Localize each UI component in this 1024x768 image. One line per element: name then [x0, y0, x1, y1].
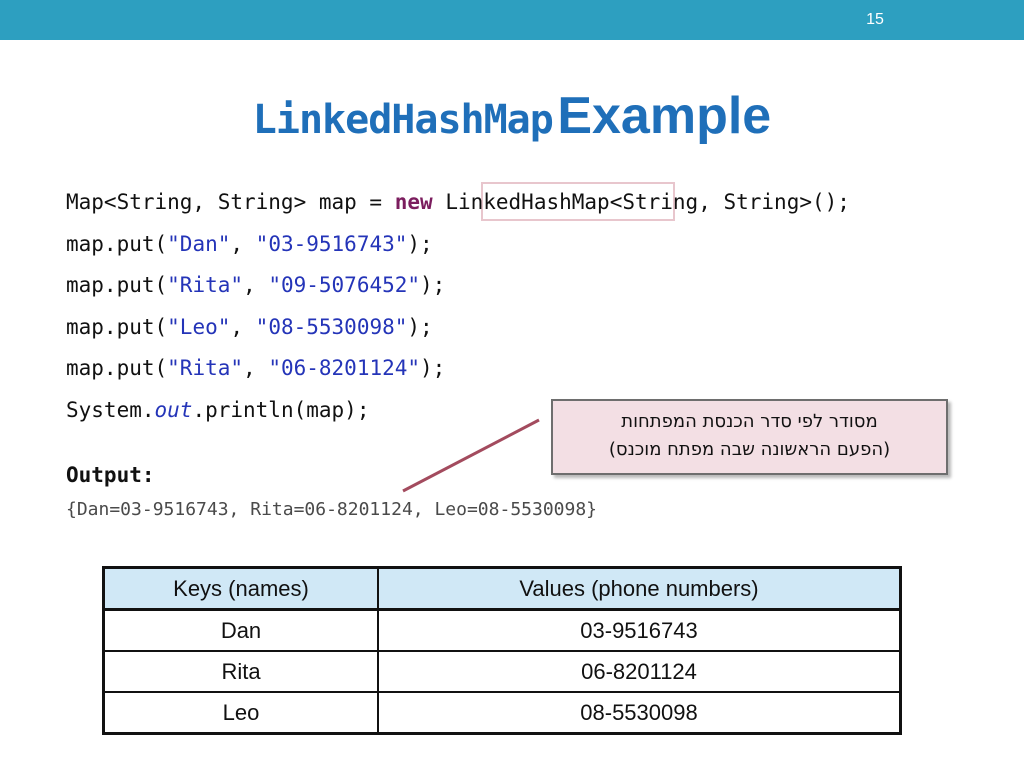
table-header-keys: Keys (names): [102, 566, 379, 611]
slide-number: 15: [866, 11, 884, 28]
code-string-key: "Rita": [167, 273, 244, 297]
slide-title-class-name: LinkedHashMap: [252, 97, 554, 143]
table-header-row: Keys (names) Values (phone numbers): [102, 566, 902, 611]
output-label: Output:: [66, 463, 155, 487]
table-row: Dan 03-9516743: [102, 608, 902, 652]
code-text: Map<String, String> map =: [66, 190, 395, 214]
code-text: ,: [230, 232, 256, 256]
code-line-declaration: Map<String, String> map = new LinkedHash…: [66, 189, 850, 215]
code-string-key: "Rita": [167, 356, 244, 380]
code-text: ,: [243, 273, 269, 297]
output-text: {Dan=03-9516743, Rita=06-8201124, Leo=08…: [66, 499, 598, 520]
code-string-value: "09-5076452": [268, 273, 421, 297]
code-string-value: "03-9516743": [255, 232, 408, 256]
callout-line-1: מסודר לפי סדר הכנסת המפתחות: [621, 411, 878, 432]
code-text: );: [420, 356, 446, 380]
code-class-name: LinkedHashMap: [432, 190, 610, 214]
table-header-values: Values (phone numbers): [377, 566, 902, 611]
table-cell-value: 08-5530098: [377, 691, 902, 735]
table-row: Leo 08-5530098: [102, 691, 902, 735]
table-cell-value: 03-9516743: [377, 608, 902, 652]
code-text: map.put(: [66, 315, 168, 339]
code-string-value: "08-5530098": [255, 315, 408, 339]
code-text: map.put(: [66, 356, 168, 380]
code-line-put: map.put("Rita", "06-8201124");: [66, 355, 445, 381]
code-keyword-new: new: [394, 190, 433, 214]
callout-line-2: (הפעם הראשונה שבה מפתח מוכנס): [608, 439, 891, 460]
table-cell-key: Leo: [102, 691, 379, 735]
slide-title: LinkedHashMap Example: [0, 86, 1024, 146]
table-row: Rita 06-8201124: [102, 650, 902, 693]
code-line-put: map.put("Leo", "08-5530098");: [66, 314, 433, 340]
callout-box: מסודר לפי סדר הכנסת המפתחות (הפעם הראשונ…: [551, 399, 948, 475]
code-string-value: "06-8201124": [268, 356, 421, 380]
table-cell-key: Dan: [102, 608, 379, 652]
code-string-key: "Dan": [167, 232, 231, 256]
code-text: );: [407, 232, 433, 256]
code-text: ,: [243, 356, 269, 380]
table-cell-key: Rita: [102, 650, 379, 693]
code-generic-args: <String, String>();: [609, 190, 850, 214]
code-text: );: [407, 315, 433, 339]
code-text: ,: [230, 315, 256, 339]
code-static-field: out: [154, 398, 193, 422]
code-text: map.put(: [66, 273, 168, 297]
code-string-key: "Leo": [167, 315, 231, 339]
code-line-put: map.put("Rita", "09-5076452");: [66, 272, 445, 298]
code-line-put: map.put("Dan", "03-9516743");: [66, 231, 433, 257]
table-cell-value: 06-8201124: [377, 650, 902, 693]
code-text: System.: [66, 398, 155, 422]
code-line-println: System.out.println(map);: [66, 397, 369, 423]
code-text: );: [420, 273, 446, 297]
code-text: .println(map);: [192, 398, 370, 422]
code-text: map.put(: [66, 232, 168, 256]
keys-values-table: Keys (names) Values (phone numbers) Dan …: [102, 566, 902, 735]
slide-title-word: Example: [557, 87, 772, 145]
